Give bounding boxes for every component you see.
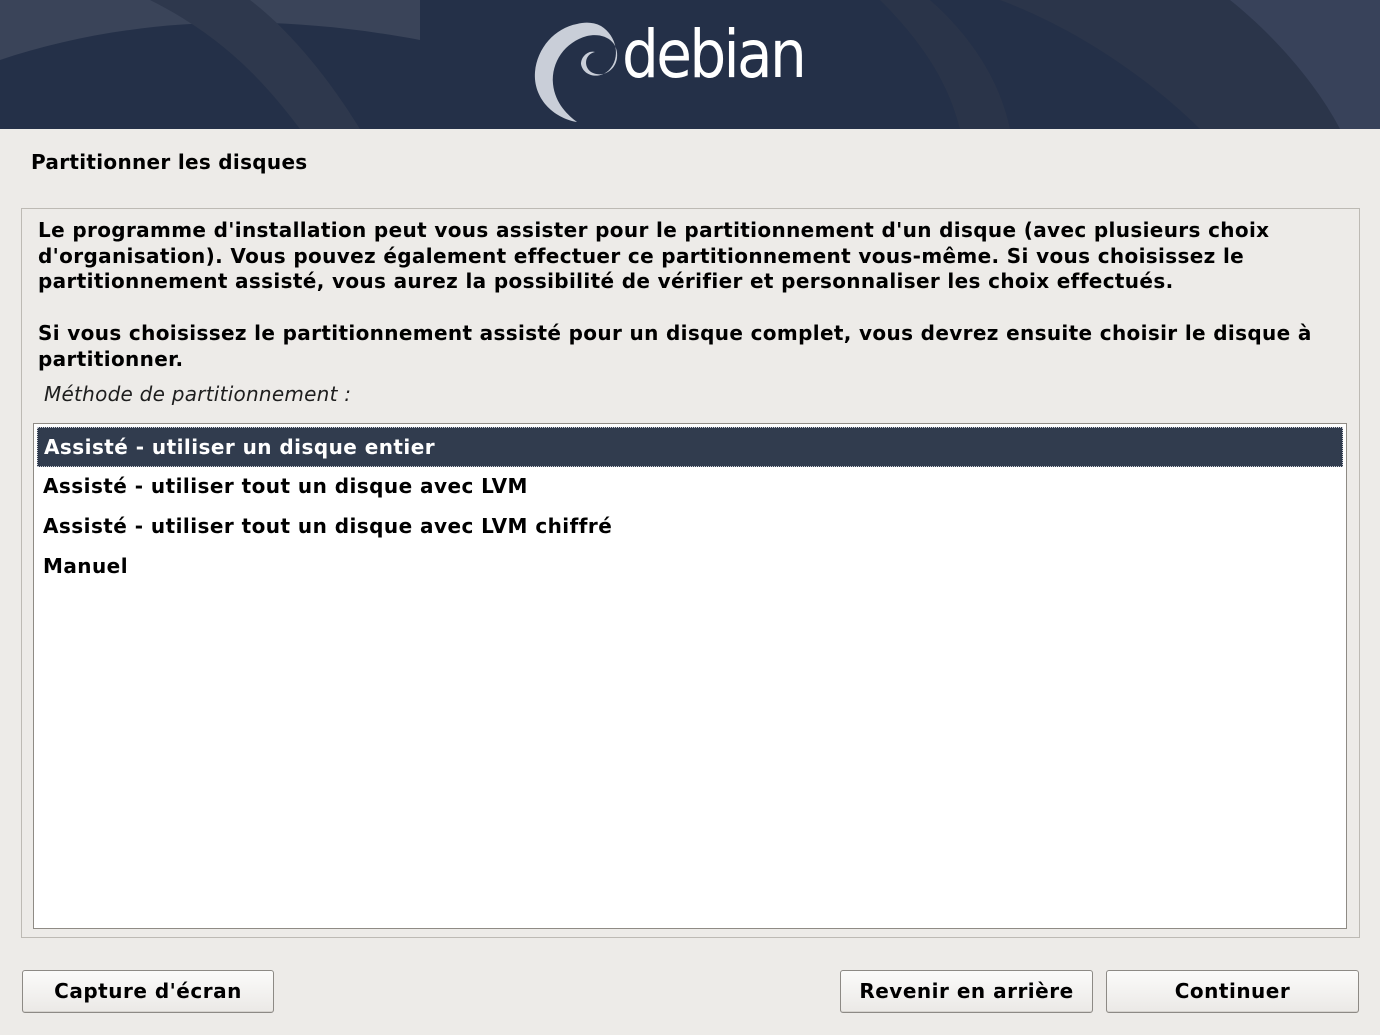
description-paragraph-1: Le programme d'installation peut vous as…: [38, 218, 1270, 294]
debian-banner: debian: [0, 0, 1380, 129]
list-item-guided-encrypted-lvm[interactable]: Assisté - utiliser tout un disque avec L…: [37, 506, 1343, 546]
list-item-manual[interactable]: Manuel: [37, 546, 1343, 586]
screenshot-button[interactable]: Capture d'écran: [22, 970, 274, 1013]
list-item-guided-lvm[interactable]: Assisté - utiliser tout un disque avec L…: [37, 466, 1343, 506]
partition-method-list[interactable]: Assisté - utiliser un disque entier Assi…: [33, 423, 1347, 929]
debian-wordmark: debian: [622, 16, 807, 93]
page-title: Partitionner les disques: [31, 150, 308, 174]
continue-button[interactable]: Continuer: [1106, 970, 1359, 1013]
description-paragraph-2: Si vous choisissez le partitionnement as…: [38, 321, 1312, 371]
list-item-guided-entire-disk[interactable]: Assisté - utiliser un disque entier: [37, 427, 1343, 467]
go-back-button[interactable]: Revenir en arrière: [840, 970, 1093, 1013]
method-label: Méthode de partitionnement :: [44, 382, 352, 406]
